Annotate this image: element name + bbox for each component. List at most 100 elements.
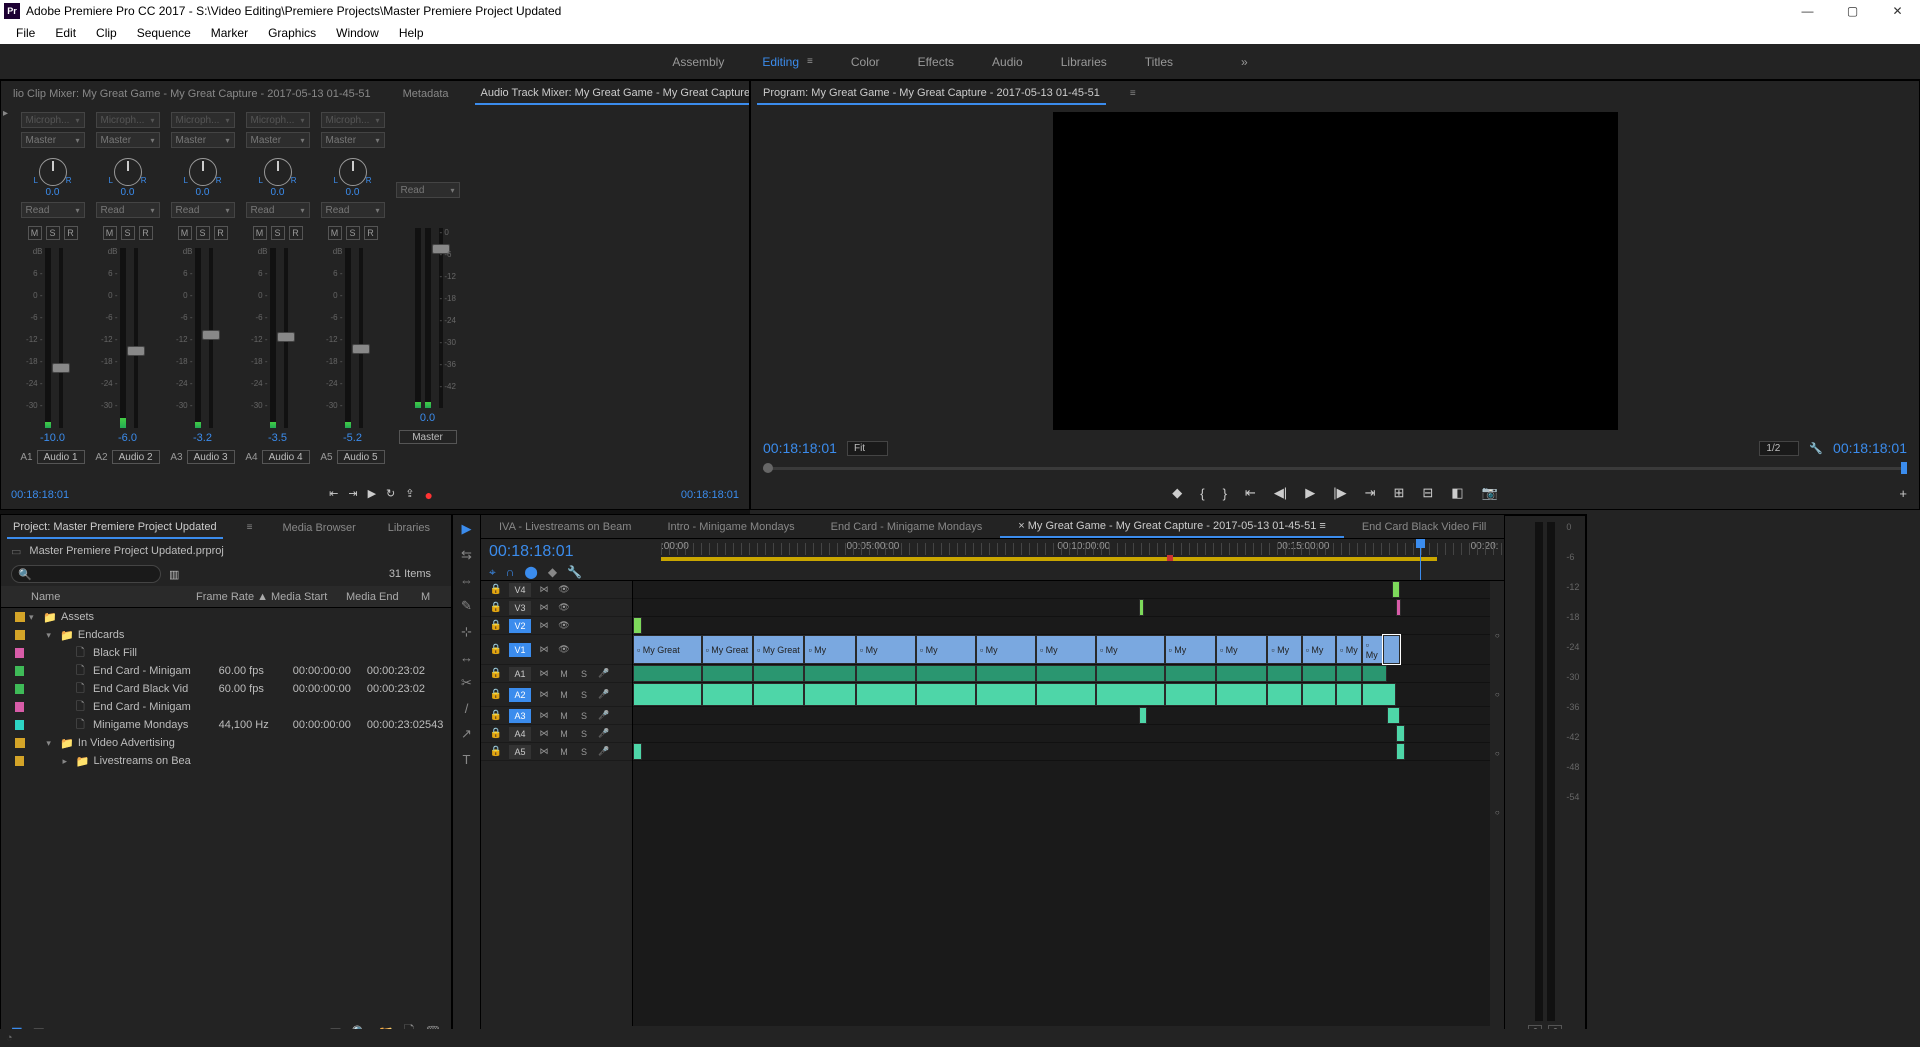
filter-bin-icon[interactable]: ▥	[169, 568, 179, 581]
expand-effects-icon[interactable]: ▸	[3, 108, 8, 119]
clip[interactable]: ▫ My	[916, 635, 976, 664]
clip[interactable]	[753, 665, 804, 682]
voiceover-icon[interactable]: 🎤	[597, 745, 611, 759]
clip[interactable]: ▫ My	[856, 635, 916, 664]
ripple-edit-tool-icon[interactable]: ⇔	[460, 573, 473, 588]
lock-icon[interactable]: 🔒	[489, 583, 503, 597]
workspace-titles[interactable]: Titles	[1145, 55, 1173, 69]
clip[interactable]	[1036, 665, 1096, 682]
track-header-a5[interactable]: 🔒A5⋈MS🎤	[481, 743, 632, 761]
solo-button[interactable]: S	[346, 226, 360, 240]
record-button[interactable]: R	[214, 226, 228, 240]
workspace-effects[interactable]: Effects	[918, 55, 954, 69]
voiceover-icon[interactable]: 🎤	[597, 667, 611, 681]
clip[interactable]	[1216, 665, 1267, 682]
volume-fader[interactable]	[134, 248, 138, 428]
clip[interactable]	[1387, 707, 1400, 724]
sequence-tab[interactable]: Intro - Minigame Mondays	[649, 517, 812, 537]
input-dropdown[interactable]: Microph...▾	[321, 112, 385, 128]
track-id[interactable]: V3	[509, 601, 531, 615]
clip[interactable]: ▫ My	[1267, 635, 1301, 664]
menu-graphics[interactable]: Graphics	[258, 24, 326, 42]
mute-button[interactable]: M	[253, 226, 267, 240]
track-name[interactable]: Audio 5	[337, 450, 385, 464]
track-select-tool-icon[interactable]: ⇆	[461, 547, 472, 563]
input-dropdown[interactable]: Microph...▾	[21, 112, 85, 128]
track-header-v4[interactable]: 🔒V4⋈👁	[481, 581, 632, 599]
clip[interactable]: ▫ My Great	[753, 635, 804, 664]
add-marker-icon[interactable]: ⬤	[524, 565, 537, 580]
track-lane-v1[interactable]: ▫ My Great▫ My Great▫ My Great▫ My▫ My▫ …	[633, 635, 1490, 665]
keyframe-nav-icon[interactable]: ○	[1495, 749, 1500, 758]
button-editor-icon[interactable]: +	[1899, 486, 1907, 501]
clip[interactable]	[753, 683, 804, 706]
clip[interactable]: ▫ My	[1336, 635, 1362, 664]
mute-button[interactable]: M	[178, 226, 192, 240]
toggle-output-icon[interactable]: 👁	[557, 619, 571, 633]
rate-stretch-tool-icon[interactable]: ⊹	[461, 624, 472, 640]
go-to-in-icon[interactable]: ⇤	[329, 487, 338, 503]
track-id[interactable]: A5	[509, 745, 531, 759]
frame-back-icon[interactable]: ◀|	[1274, 485, 1287, 501]
track-id[interactable]: V1	[509, 643, 531, 657]
clip[interactable]	[1396, 599, 1401, 616]
track-name[interactable]: Audio 2	[112, 450, 160, 464]
solo-button[interactable]: S	[577, 745, 591, 759]
input-dropdown[interactable]: Microph...▾	[246, 112, 310, 128]
mute-button[interactable]: M	[557, 727, 571, 741]
tab-libraries[interactable]: Libraries	[382, 518, 436, 538]
mark-out-icon[interactable]: {	[1200, 486, 1204, 501]
clip[interactable]: ▫ My Great	[702, 635, 753, 664]
clip[interactable]	[1096, 683, 1165, 706]
lock-icon[interactable]: 🔒	[489, 667, 503, 681]
minimize-button[interactable]: —	[1785, 0, 1830, 22]
disclosure-icon[interactable]: ▾	[29, 612, 39, 623]
track-lane-v4[interactable]	[633, 581, 1490, 599]
pan-value[interactable]: 0.0	[196, 187, 210, 198]
clip[interactable]	[1036, 683, 1096, 706]
voiceover-icon[interactable]: 🎤	[597, 709, 611, 723]
slip-tool-icon[interactable]: ↔	[460, 650, 473, 665]
project-row[interactable]: 🗋End Card Black Vid60.00 fps00:00:00:000…	[1, 680, 451, 698]
menu-marker[interactable]: Marker	[201, 24, 258, 42]
sync-lock-icon[interactable]: ⋈	[537, 688, 551, 702]
settings-icon[interactable]: 🔧	[567, 565, 582, 580]
track-id[interactable]: A4	[509, 727, 531, 741]
volume-fader[interactable]	[359, 248, 363, 428]
track-lane-a3[interactable]	[633, 707, 1490, 725]
go-to-out-icon[interactable]: ⇥	[348, 487, 357, 503]
menu-file[interactable]: File	[6, 24, 45, 42]
zoom-dropdown[interactable]: Fit	[847, 441, 888, 456]
close-button[interactable]: ✕	[1875, 0, 1920, 22]
hand-tool-icon[interactable]: /	[465, 701, 469, 716]
solo-button[interactable]: S	[577, 709, 591, 723]
lock-icon[interactable]: 🔒	[489, 619, 503, 633]
clip[interactable]	[1096, 665, 1165, 682]
track-name[interactable]: Audio 1	[37, 450, 85, 464]
pen-tool-icon[interactable]: ✎	[461, 598, 472, 614]
automation-dropdown[interactable]: Read▾	[246, 202, 310, 218]
clip[interactable]: ▫ My Great	[633, 635, 702, 664]
solo-button[interactable]: S	[577, 667, 591, 681]
tag-icon[interactable]: ◆	[548, 565, 557, 580]
track-header-a1[interactable]: 🔒A1⋈MS🎤	[481, 665, 632, 683]
disclosure-icon[interactable]: ▾	[46, 630, 56, 641]
tab-metadata[interactable]: Metadata	[397, 84, 455, 104]
clip[interactable]	[1267, 665, 1301, 682]
pan-value[interactable]: 0.0	[121, 187, 135, 198]
workspace-audio[interactable]: Audio	[992, 55, 1023, 69]
clip[interactable]	[1396, 743, 1405, 760]
clip[interactable]	[804, 665, 855, 682]
sync-lock-icon[interactable]: ⋈	[537, 643, 551, 657]
menu-sequence[interactable]: Sequence	[127, 24, 201, 42]
search-input[interactable]: 🔍	[11, 565, 161, 583]
clip[interactable]	[1302, 665, 1336, 682]
workspace-assembly[interactable]: Assembly	[672, 55, 724, 69]
sync-lock-icon[interactable]: ⋈	[537, 745, 551, 759]
resolution-dropdown[interactable]: 1/2	[1759, 441, 1799, 456]
sync-lock-icon[interactable]: ⋈	[537, 583, 551, 597]
clip[interactable]	[1139, 599, 1144, 616]
menu-edit[interactable]: Edit	[45, 24, 86, 42]
zoom-tool-icon[interactable]: ↗	[461, 726, 472, 742]
sequence-tab[interactable]: End Card - Minigame Mondays	[813, 517, 1001, 537]
